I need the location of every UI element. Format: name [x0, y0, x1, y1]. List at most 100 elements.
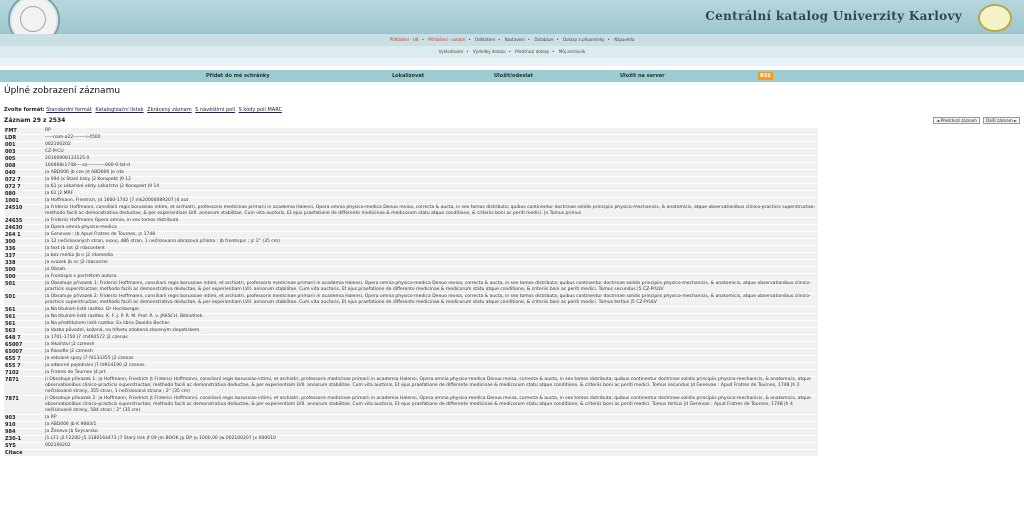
catalog-title: Centrální katalog Univerzity Karlovy: [705, 9, 962, 23]
record-toolbar: Přidat do mé schránky Lokalizovat Uložit…: [0, 70, 1024, 82]
marc-field-value: [45, 450, 818, 456]
nav-search[interactable]: Vyhledávání: [439, 49, 464, 54]
format-standard[interactable]: Standardní formát: [46, 107, 92, 113]
marc-field-value: |a text |b txt |2 rdacontent: [45, 246, 105, 251]
save-send-button[interactable]: Uložit/odeslat: [494, 70, 533, 82]
marc-field-value: |a ABD006 |b K 9883/1: [45, 422, 97, 427]
marc-field-row: FMT RP: [4, 128, 818, 135]
marc-field-row: 072 7 |a 61 |x Lékařské vědy. Lékařství |…: [4, 184, 818, 191]
marc-field-value: -----nam-a22--------i-4500: [45, 135, 101, 140]
marc-field-tag: 7102: [5, 370, 19, 376]
nav-results[interactable]: Výsledky dotazu: [473, 49, 506, 54]
marc-field-value: |a Opera omnia physico-medica: [45, 225, 117, 230]
record-counter: Záznam 29 z 2534: [4, 117, 66, 124]
marc-field-tag: 336: [5, 246, 16, 252]
marc-field-value: |a 1701-1750 |7 ch460572 |2 czenas: [45, 335, 128, 340]
marc-field-row: 7871 |i Obsahuje přívazek 1: |a Hoffmann,…: [4, 377, 818, 396]
nav-login-other[interactable]: Přihlášení - ostatní: [428, 37, 465, 42]
marc-record-table: FMT RP LDR -----nam-a22--------i-4500 001 002…: [4, 128, 818, 457]
marc-field-row: 001 002100202: [4, 142, 818, 149]
marc-field-tag: 003: [5, 149, 16, 155]
nav-my-archive[interactable]: Můj archivník: [559, 49, 586, 54]
add-to-basket-button[interactable]: Přidat do mé schránky: [206, 70, 270, 82]
marc-field-tag: 500: [5, 267, 16, 273]
marc-field-row: 264 1 |a Genevae : |b Apud Fratres de Tou…: [4, 232, 818, 239]
marc-field-row: 300 |a 12 nečíslovaných stran, xxxvj, 486…: [4, 239, 818, 246]
nav-login-uk[interactable]: Přihlášení - UK: [390, 37, 419, 42]
marc-field-tag: Z30-1: [5, 436, 22, 442]
nav-logout[interactable]: Odhlášení: [475, 37, 495, 42]
marc-field-value: RP: [45, 128, 51, 133]
marc-field-value: |a 61 |x Lékařské vědy. Lékařství |2 Kon…: [45, 184, 160, 189]
marc-field-tag: 300: [5, 239, 16, 245]
marc-field-row: 500 |a Obsah.: [4, 267, 818, 274]
marc-field-tag: 080: [5, 191, 16, 197]
format-catalog-card[interactable]: Katalogizační lístek: [95, 107, 143, 113]
marc-field-row: 005 20160908133125.0: [4, 156, 818, 163]
marc-field-row: 561 |a Na titulním listě razítko: Dr Hoch…: [4, 307, 818, 314]
marc-field-row: 501 |a Obsahuje přívazek 2: Friderici Hof…: [4, 294, 818, 307]
locate-button[interactable]: Lokalizovat: [392, 70, 424, 82]
marc-field-value: |a Na titulním listě razítko: K. F. J. P…: [45, 314, 204, 319]
marc-field-row: 7102 |a Fratres de Tournes |4 prt: [4, 370, 818, 377]
marc-field-row: 500 |a Frontispis s portrétem autora.: [4, 274, 818, 281]
marc-field-value: |i Obsahuje přívazek 2: |a Hoffmann, Fri…: [45, 396, 811, 413]
marc-field-tag: 1001: [5, 198, 19, 204]
marc-field-tag: 7871: [5, 377, 19, 383]
format-marc[interactable]: S kódy polí MARC: [239, 107, 282, 113]
marc-field-value: |a Fratres de Tournes |4 prt: [45, 370, 106, 375]
marc-field-value: |a Obsah.: [45, 267, 67, 272]
marc-field-value: |a RP: [45, 415, 57, 420]
marc-field-row: 648 7 |a 1701-1750 |7 ch460572 |2 czenas: [4, 335, 818, 342]
previous-record-button[interactable]: ◄ Předchozí záznam: [933, 117, 980, 124]
marc-field-row: 336 |a text |b txt |2 rdacontent: [4, 246, 818, 253]
save-to-server-button[interactable]: Uložit na server: [620, 70, 665, 82]
marc-field-row: 655 7 |a odborné pojednání |7 fd914190 |2…: [4, 363, 818, 370]
next-record-button[interactable]: Další záznam ►: [983, 117, 1020, 124]
marc-field-value: |a lékařství |2 czmesh: [45, 342, 95, 347]
marc-field-tag: Citace: [5, 450, 23, 456]
marc-field-tag: 500: [5, 274, 16, 280]
rss-icon[interactable]: RSS: [758, 72, 773, 80]
marc-field-row: 072 7 |a 094 |x Staré tisky |2 Konspekt |…: [4, 177, 818, 184]
marc-field-row: 003 CZ-PrCU: [4, 149, 818, 156]
marc-field-tag: 7871: [5, 396, 19, 402]
nav-databases[interactable]: Databáze: [534, 37, 553, 42]
primary-nav: Přihlášení - UK • Přihlášení - ostatní • O…: [0, 34, 1024, 46]
marc-field-row: 7871 |i Obsahuje přívazek 2: |a Hoffmann,…: [4, 396, 818, 415]
marc-field-tag: 001: [5, 142, 16, 148]
format-field-labels[interactable]: S návěštími polí: [195, 107, 235, 113]
marc-field-tag: 24635: [5, 218, 23, 224]
marc-field-value: |a Obsahuje přívazek 1: Friderici Hoffma…: [45, 281, 811, 292]
marc-field-tag: 337: [5, 253, 16, 259]
marc-field-value: |a 12 nečíslovaných stran, xxxvj, 486 st…: [45, 239, 280, 244]
format-short[interactable]: Zkrácený záznam: [147, 107, 191, 113]
nav-help[interactable]: Nápověda: [614, 37, 634, 42]
marc-field-tag: 903: [5, 415, 16, 421]
marc-field-tag: 24510: [5, 205, 23, 211]
nav-settings[interactable]: Nastavení: [505, 37, 525, 42]
marc-field-value: |a 61 |2 MRF: [45, 191, 74, 196]
marc-field-row: 501 |a Obsahuje přívazek 1: Friderici Hof…: [4, 281, 818, 294]
marc-field-value: |a svazek |b nc |2 rdacarrier: [45, 260, 109, 265]
nav-feedback[interactable]: Dotazy a připomínky: [563, 37, 604, 42]
marc-field-row: 338 |a svazek |b nc |2 rdacarrier: [4, 260, 818, 267]
marc-field-tag: SYS: [5, 443, 16, 449]
marc-field-value: |a filosofie |2 czmesh: [45, 349, 93, 354]
marc-field-tag: 910: [5, 422, 16, 428]
marc-field-row: 561 |a Na předtitulním listě razítko: Ex …: [4, 321, 818, 328]
marc-field-row: SYS 002100202: [4, 443, 818, 450]
marc-field-value: |a Na titulním listě razítko: Dr Hochber…: [45, 307, 141, 312]
marc-field-tag: 655 7: [5, 356, 21, 362]
marc-field-value: 160908s1748----sz-----------000-0-lat-d: [45, 163, 130, 168]
marc-field-value: |a Frontispis s portrétem autora.: [45, 274, 118, 279]
marc-field-row: 337 |a bez média |b n |2 rdamedia: [4, 253, 818, 260]
marc-field-tag: 24630: [5, 225, 23, 231]
marc-field-tag: 561: [5, 307, 16, 313]
marc-field-tag: 264 1: [5, 232, 21, 238]
nav-previous-queries[interactable]: Předchozí dotazy: [515, 49, 549, 54]
marc-field-tag: FMT: [5, 128, 17, 134]
marc-field-tag: 655 7: [5, 363, 21, 369]
format-chooser: Zvolte formát: Standardní formát Katalog…: [4, 107, 284, 113]
marc-field-tag: 561: [5, 314, 16, 320]
